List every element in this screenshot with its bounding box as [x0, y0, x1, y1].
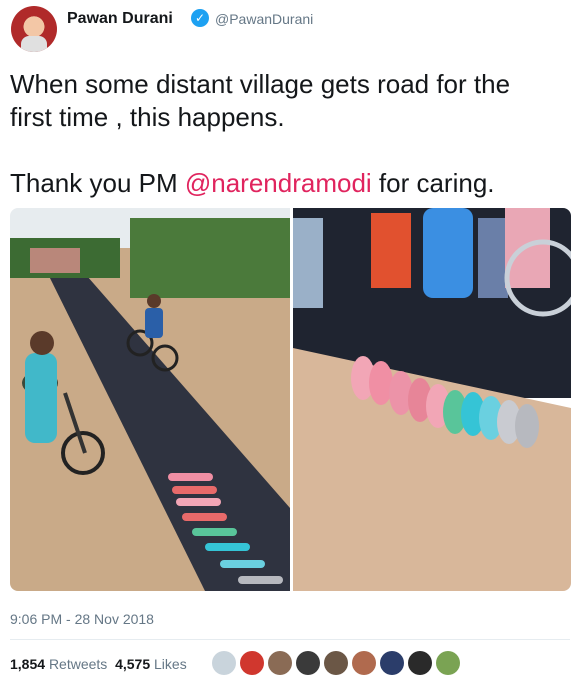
liker-avatar[interactable] [380, 651, 404, 675]
author-avatar[interactable] [11, 6, 57, 52]
thanks-text: Thank you PM [10, 168, 185, 198]
thanks-end-text: for caring. [371, 168, 495, 198]
retweet-label[interactable]: Retweets [49, 656, 107, 672]
liker-avatar[interactable] [240, 651, 264, 675]
photo-slippers-row[interactable] [293, 208, 571, 591]
mention-link[interactable]: @narendramodi [185, 168, 372, 198]
tweet-line-1: When some distant village gets road for … [10, 69, 511, 99]
photo-road-bicycles[interactable] [10, 208, 290, 591]
author-name[interactable]: Pawan Durani [67, 10, 173, 28]
like-count[interactable]: 4,575 [115, 656, 150, 672]
like-label[interactable]: Likes [154, 656, 187, 672]
tweet-timestamp[interactable]: 9:06 PM - 28 Nov 2018 [10, 611, 154, 627]
divider [10, 639, 570, 640]
tweet-text: When some distant village gets road for … [10, 68, 570, 200]
liker-avatar[interactable] [212, 651, 236, 675]
tweet-line-2: first time , this happens. [10, 102, 285, 132]
retweet-count[interactable]: 1,854 [10, 656, 45, 672]
liker-avatar[interactable] [436, 651, 460, 675]
liker-avatar[interactable] [352, 651, 376, 675]
avatar-shirt [21, 36, 47, 52]
author-handle[interactable]: @PawanDurani [215, 11, 313, 27]
verified-badge-icon: ✓ [191, 9, 209, 27]
liker-avatar[interactable] [324, 651, 348, 675]
tweet-stats: 1,854 Retweets 4,575 Likes [10, 656, 187, 672]
liker-avatar[interactable] [408, 651, 432, 675]
likers-avatars [212, 651, 460, 675]
tweet-line-thanks: Thank you PM @narendramodi for caring. [10, 167, 570, 200]
liker-avatar[interactable] [296, 651, 320, 675]
liker-avatar[interactable] [268, 651, 292, 675]
